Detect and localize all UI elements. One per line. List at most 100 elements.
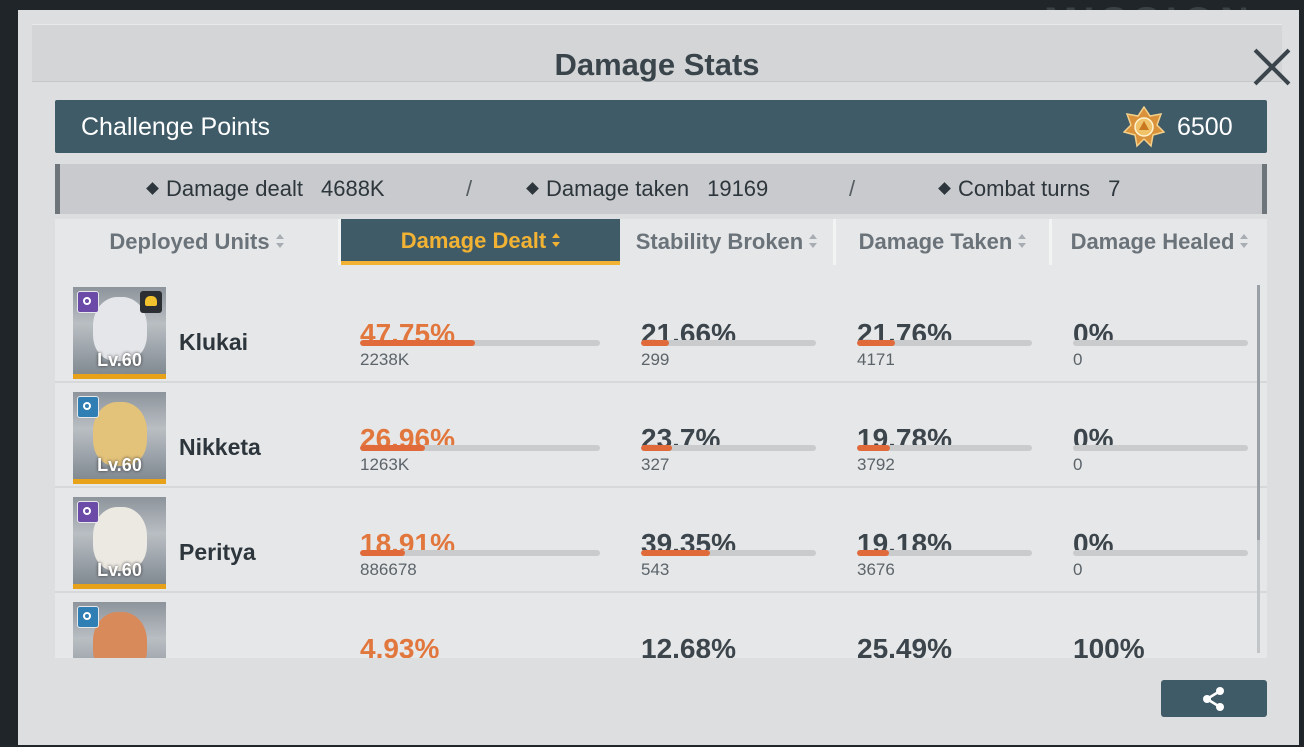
medal-icon bbox=[1123, 106, 1165, 148]
squad-icon bbox=[140, 291, 162, 313]
rarity-bar bbox=[73, 584, 166, 589]
stability-bar bbox=[641, 445, 816, 451]
title-bar: Damage Stats bbox=[32, 24, 1282, 82]
avatar: Lv.60 bbox=[73, 497, 166, 589]
tab-label: Deployed Units bbox=[109, 229, 270, 254]
tab-label: Stability Broken bbox=[635, 229, 804, 254]
healed-percent: 100% bbox=[1073, 633, 1145, 659]
challenge-points-label: Challenge Points bbox=[81, 113, 271, 141]
unit-list[interactable]: Lv.60 Klukai 47.75% 2238K 21.66% 299 21.76… bbox=[55, 265, 1267, 658]
dealt-percent: 4.93% bbox=[360, 633, 440, 659]
level-label: Lv.60 bbox=[97, 350, 142, 370]
healed-bar bbox=[1073, 445, 1248, 451]
diamond-icon bbox=[938, 182, 951, 195]
rarity-bar bbox=[73, 479, 166, 484]
blue-class-icon bbox=[77, 606, 99, 628]
sort-icon bbox=[275, 234, 284, 249]
tab-label: Damage Taken bbox=[858, 229, 1013, 254]
tab-deployed-units[interactable]: Deployed Units bbox=[55, 219, 341, 265]
damage-stats-panel: Damage Stats Challenge Points 6500 Damag… bbox=[18, 10, 1299, 745]
tab-stability-broken[interactable]: Stability Broken bbox=[620, 219, 836, 265]
tab-label: Damage Dealt bbox=[400, 228, 547, 253]
scrollbar[interactable] bbox=[1257, 285, 1260, 653]
table-row[interactable]: Lv.60 Klukai 47.75% 2238K 21.66% 299 21.76… bbox=[55, 277, 1267, 383]
table-row[interactable]: 4.93% 12.68% 25.49% 100% bbox=[55, 592, 1267, 658]
tab-label: Damage Healed bbox=[1070, 229, 1235, 254]
taken-bar-fill bbox=[857, 550, 889, 556]
summary-value: 4688K bbox=[320, 176, 385, 201]
unit-name: Klukai bbox=[179, 329, 249, 355]
dealt-value: 2238K bbox=[360, 350, 410, 369]
stability-cell: 12.68% bbox=[641, 633, 736, 659]
sort-icon bbox=[1018, 234, 1027, 249]
summary-label: Combat turns bbox=[958, 176, 1091, 201]
taken-value: 3792 bbox=[857, 455, 895, 474]
page-title: Damage Stats bbox=[554, 47, 760, 82]
stability-bar-fill bbox=[641, 445, 672, 451]
taken-bar bbox=[857, 550, 1032, 556]
dealt-value: 1263K bbox=[360, 455, 410, 474]
sort-tabs: Deployed Units Damage Dealt Stability Br… bbox=[55, 219, 1267, 265]
share-icon bbox=[1203, 687, 1224, 711]
dealt-value: 886678 bbox=[360, 560, 417, 579]
dealt-bar-fill bbox=[360, 445, 425, 451]
healed-bar bbox=[1073, 340, 1248, 346]
taken-cell: 25.49% bbox=[857, 633, 952, 659]
tab-damage-dealt[interactable]: Damage Dealt bbox=[341, 219, 620, 265]
table-row[interactable]: Lv.60 Peritya 18.91% 886678 39.35% 543 19.… bbox=[55, 487, 1267, 593]
challenge-points-bar: Challenge Points 6500 bbox=[55, 100, 1267, 153]
sort-icon bbox=[809, 234, 818, 249]
taken-bar bbox=[857, 340, 1032, 346]
separator: / bbox=[849, 176, 856, 201]
avatar bbox=[73, 602, 166, 658]
tab-damage-taken[interactable]: Damage Taken bbox=[836, 219, 1052, 265]
scrollbar-thumb[interactable] bbox=[1257, 285, 1260, 540]
diamond-icon bbox=[526, 182, 539, 195]
dealt-bar-fill bbox=[360, 340, 475, 346]
stability-bar-fill bbox=[641, 550, 710, 556]
unit-name: Nikketa bbox=[179, 434, 261, 460]
summary-value: 7 bbox=[1108, 176, 1121, 201]
share-button[interactable] bbox=[1161, 680, 1267, 717]
table-row[interactable]: Lv.60 Nikketa 26.96% 1263K 23.7% 327 19.78… bbox=[55, 382, 1267, 488]
stability-bar-fill bbox=[641, 340, 669, 346]
dealt-bar bbox=[360, 550, 600, 556]
taken-value: 3676 bbox=[857, 560, 895, 579]
taken-bar-fill bbox=[857, 340, 896, 346]
stability-value: 543 bbox=[641, 560, 670, 579]
close-icon[interactable] bbox=[1250, 45, 1294, 89]
blue-class-icon bbox=[77, 396, 99, 418]
dealt-cell: 4.93% bbox=[360, 633, 440, 659]
stability-percent: 12.68% bbox=[641, 633, 736, 659]
level-label: Lv.60 bbox=[97, 455, 142, 475]
summary-label: Damage taken bbox=[546, 176, 690, 201]
taken-bar bbox=[857, 445, 1032, 451]
rarity-bar bbox=[73, 374, 166, 379]
taken-percent: 25.49% bbox=[857, 633, 952, 659]
stability-value: 327 bbox=[641, 455, 670, 474]
sort-icon bbox=[552, 233, 561, 248]
stability-bar bbox=[641, 550, 816, 556]
healed-value: 0 bbox=[1073, 560, 1083, 579]
taken-bar-fill bbox=[857, 445, 891, 451]
stability-value: 299 bbox=[641, 350, 670, 369]
avatar: Lv.60 bbox=[73, 392, 166, 484]
separator: / bbox=[466, 176, 473, 201]
summary-value: 19169 bbox=[707, 176, 769, 201]
dealt-bar-fill bbox=[360, 550, 406, 556]
purple-class-icon bbox=[77, 291, 99, 313]
stability-bar bbox=[641, 340, 816, 346]
tab-damage-healed[interactable]: Damage Healed bbox=[1052, 219, 1267, 265]
diamond-icon bbox=[146, 182, 159, 195]
summary-label: Damage dealt bbox=[166, 176, 303, 201]
summary-bar: Damage dealt 4688K / Damage taken 19169 / … bbox=[55, 164, 1267, 214]
damage-dealt-summary: Damage dealt 4688K bbox=[146, 176, 385, 202]
character-face bbox=[93, 612, 147, 658]
dealt-bar bbox=[360, 445, 600, 451]
damage-taken-summary: Damage taken 19169 bbox=[526, 176, 769, 202]
healed-value: 0 bbox=[1073, 455, 1083, 474]
dealt-bar bbox=[360, 340, 600, 346]
purple-class-icon bbox=[77, 501, 99, 523]
unit-name: Peritya bbox=[179, 539, 256, 565]
combat-turns-summary: Combat turns 7 bbox=[938, 176, 1121, 202]
